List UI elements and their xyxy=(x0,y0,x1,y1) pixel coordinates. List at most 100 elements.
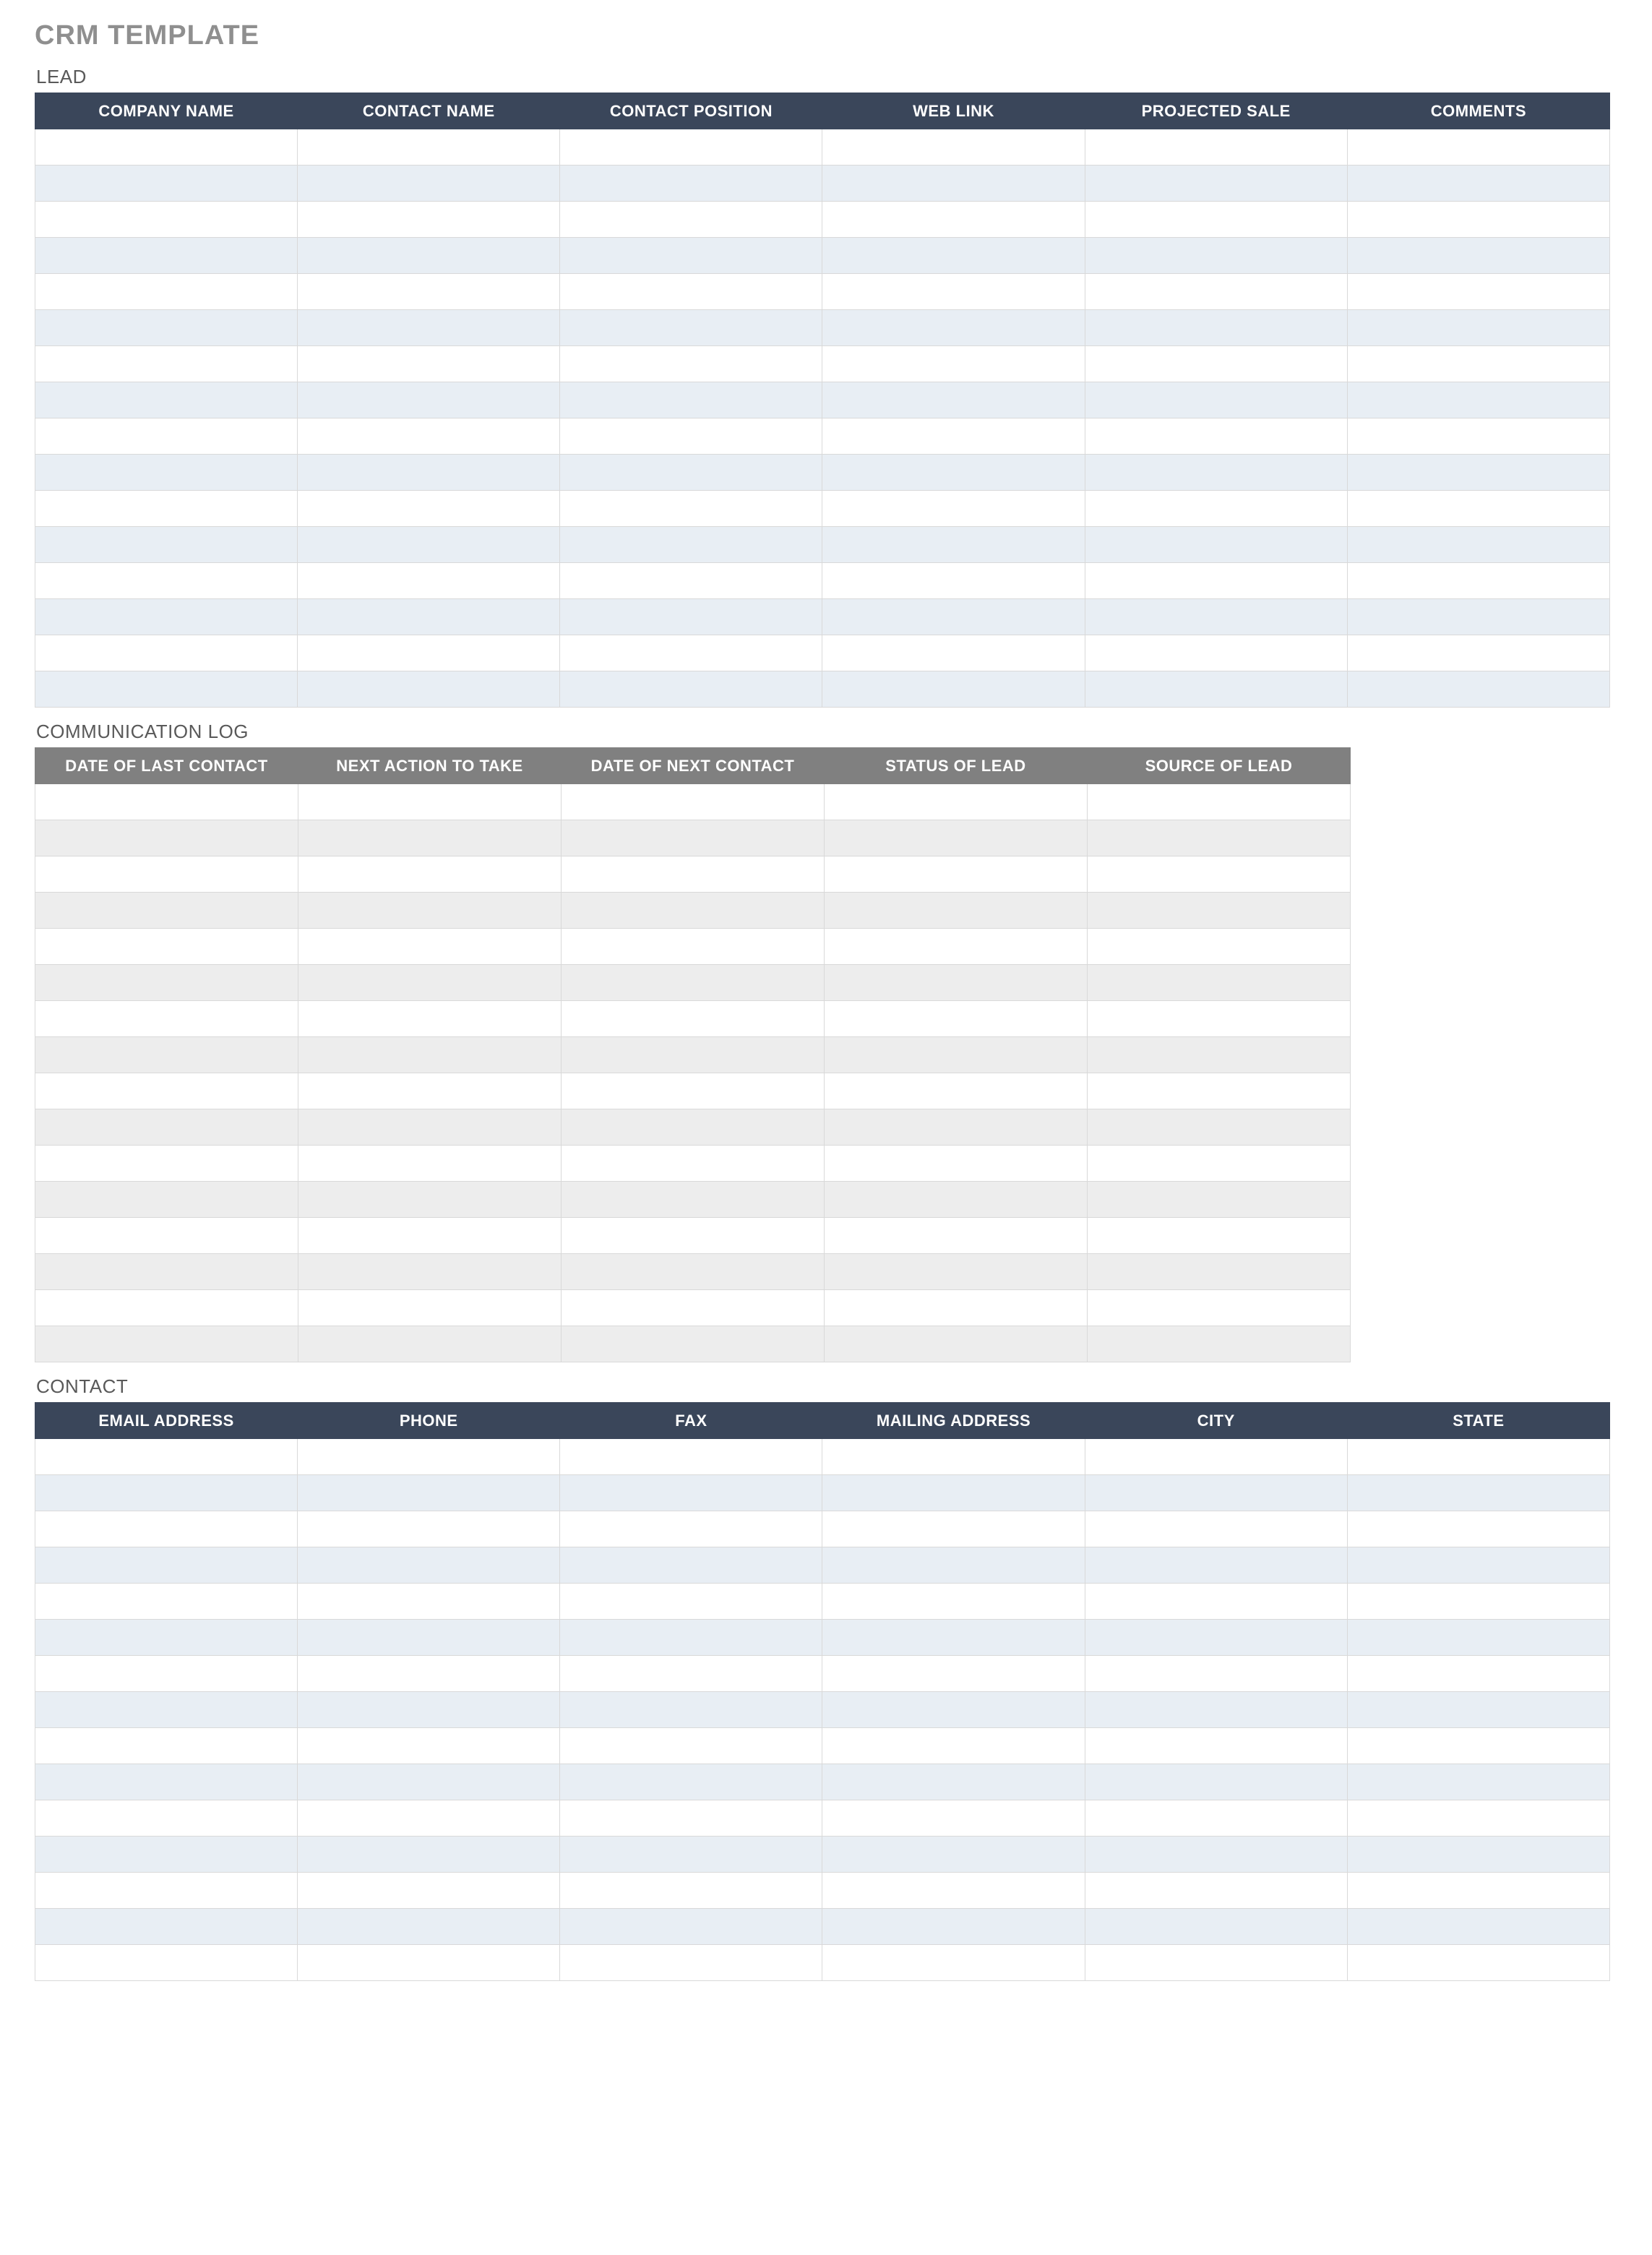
lead-cell[interactable] xyxy=(560,129,822,166)
contact-cell[interactable] xyxy=(298,1584,560,1620)
lead-cell[interactable] xyxy=(35,346,298,382)
contact-cell[interactable] xyxy=(1085,1728,1347,1764)
contact-cell[interactable] xyxy=(822,1584,1085,1620)
contact-cell[interactable] xyxy=(35,1837,298,1873)
communication-log-cell[interactable] xyxy=(1088,1254,1351,1290)
contact-cell[interactable] xyxy=(560,1909,822,1945)
lead-cell[interactable] xyxy=(822,310,1085,346)
contact-cell[interactable] xyxy=(822,1620,1085,1656)
contact-cell[interactable] xyxy=(560,1620,822,1656)
lead-cell[interactable] xyxy=(298,527,560,563)
lead-cell[interactable] xyxy=(35,491,298,527)
contact-cell[interactable] xyxy=(298,1620,560,1656)
contact-cell[interactable] xyxy=(298,1873,560,1909)
communication-log-cell[interactable] xyxy=(35,1254,298,1290)
contact-cell[interactable] xyxy=(822,1909,1085,1945)
communication-log-cell[interactable] xyxy=(1088,784,1351,820)
contact-cell[interactable] xyxy=(822,1511,1085,1547)
communication-log-cell[interactable] xyxy=(35,929,298,965)
lead-cell[interactable] xyxy=(560,527,822,563)
communication-log-cell[interactable] xyxy=(1088,1037,1351,1073)
lead-cell[interactable] xyxy=(560,563,822,599)
communication-log-cell[interactable] xyxy=(562,893,825,929)
contact-cell[interactable] xyxy=(35,1800,298,1837)
contact-cell[interactable] xyxy=(298,1475,560,1511)
communication-log-cell[interactable] xyxy=(298,929,562,965)
communication-log-cell[interactable] xyxy=(35,1037,298,1073)
contact-cell[interactable] xyxy=(1347,1475,1609,1511)
contact-cell[interactable] xyxy=(35,1909,298,1945)
lead-cell[interactable] xyxy=(822,202,1085,238)
lead-cell[interactable] xyxy=(298,455,560,491)
lead-cell[interactable] xyxy=(35,635,298,671)
communication-log-cell[interactable] xyxy=(825,1182,1088,1218)
lead-cell[interactable] xyxy=(298,491,560,527)
contact-cell[interactable] xyxy=(822,1439,1085,1475)
communication-log-cell[interactable] xyxy=(562,1182,825,1218)
communication-log-cell[interactable] xyxy=(298,820,562,856)
lead-cell[interactable] xyxy=(1347,166,1609,202)
lead-cell[interactable] xyxy=(298,418,560,455)
communication-log-cell[interactable] xyxy=(825,820,1088,856)
communication-log-cell[interactable] xyxy=(1088,893,1351,929)
contact-cell[interactable] xyxy=(1347,1873,1609,1909)
lead-cell[interactable] xyxy=(1085,491,1347,527)
contact-cell[interactable] xyxy=(1085,1620,1347,1656)
contact-cell[interactable] xyxy=(1347,1945,1609,1981)
communication-log-cell[interactable] xyxy=(35,820,298,856)
lead-cell[interactable] xyxy=(35,166,298,202)
lead-cell[interactable] xyxy=(298,238,560,274)
contact-cell[interactable] xyxy=(298,1909,560,1945)
lead-cell[interactable] xyxy=(1085,455,1347,491)
contact-cell[interactable] xyxy=(298,1692,560,1728)
contact-cell[interactable] xyxy=(560,1800,822,1837)
contact-cell[interactable] xyxy=(560,1547,822,1584)
lead-cell[interactable] xyxy=(298,166,560,202)
lead-cell[interactable] xyxy=(560,202,822,238)
lead-cell[interactable] xyxy=(1347,202,1609,238)
lead-cell[interactable] xyxy=(822,635,1085,671)
contact-cell[interactable] xyxy=(1347,1837,1609,1873)
contact-cell[interactable] xyxy=(1347,1547,1609,1584)
contact-cell[interactable] xyxy=(560,1584,822,1620)
lead-cell[interactable] xyxy=(560,635,822,671)
lead-cell[interactable] xyxy=(560,671,822,708)
lead-cell[interactable] xyxy=(1347,346,1609,382)
lead-cell[interactable] xyxy=(560,491,822,527)
lead-cell[interactable] xyxy=(1085,238,1347,274)
lead-cell[interactable] xyxy=(35,455,298,491)
contact-cell[interactable] xyxy=(35,1656,298,1692)
communication-log-cell[interactable] xyxy=(825,856,1088,893)
communication-log-cell[interactable] xyxy=(35,784,298,820)
communication-log-cell[interactable] xyxy=(825,1218,1088,1254)
contact-cell[interactable] xyxy=(298,1656,560,1692)
communication-log-cell[interactable] xyxy=(298,893,562,929)
lead-cell[interactable] xyxy=(822,527,1085,563)
contact-cell[interactable] xyxy=(35,1475,298,1511)
communication-log-cell[interactable] xyxy=(35,1218,298,1254)
contact-cell[interactable] xyxy=(1347,1511,1609,1547)
lead-cell[interactable] xyxy=(35,418,298,455)
communication-log-cell[interactable] xyxy=(298,1254,562,1290)
communication-log-cell[interactable] xyxy=(562,1073,825,1109)
contact-cell[interactable] xyxy=(560,1692,822,1728)
contact-cell[interactable] xyxy=(1085,1945,1347,1981)
communication-log-cell[interactable] xyxy=(35,893,298,929)
contact-cell[interactable] xyxy=(298,1511,560,1547)
lead-cell[interactable] xyxy=(1085,129,1347,166)
lead-cell[interactable] xyxy=(1347,238,1609,274)
lead-cell[interactable] xyxy=(822,166,1085,202)
communication-log-cell[interactable] xyxy=(1088,1290,1351,1326)
lead-cell[interactable] xyxy=(560,238,822,274)
communication-log-cell[interactable] xyxy=(35,965,298,1001)
lead-cell[interactable] xyxy=(35,202,298,238)
lead-cell[interactable] xyxy=(1347,635,1609,671)
lead-cell[interactable] xyxy=(822,599,1085,635)
contact-cell[interactable] xyxy=(560,1764,822,1800)
communication-log-cell[interactable] xyxy=(562,1037,825,1073)
contact-cell[interactable] xyxy=(1347,1692,1609,1728)
lead-cell[interactable] xyxy=(1347,671,1609,708)
contact-cell[interactable] xyxy=(35,1728,298,1764)
communication-log-cell[interactable] xyxy=(298,1182,562,1218)
communication-log-cell[interactable] xyxy=(825,1001,1088,1037)
